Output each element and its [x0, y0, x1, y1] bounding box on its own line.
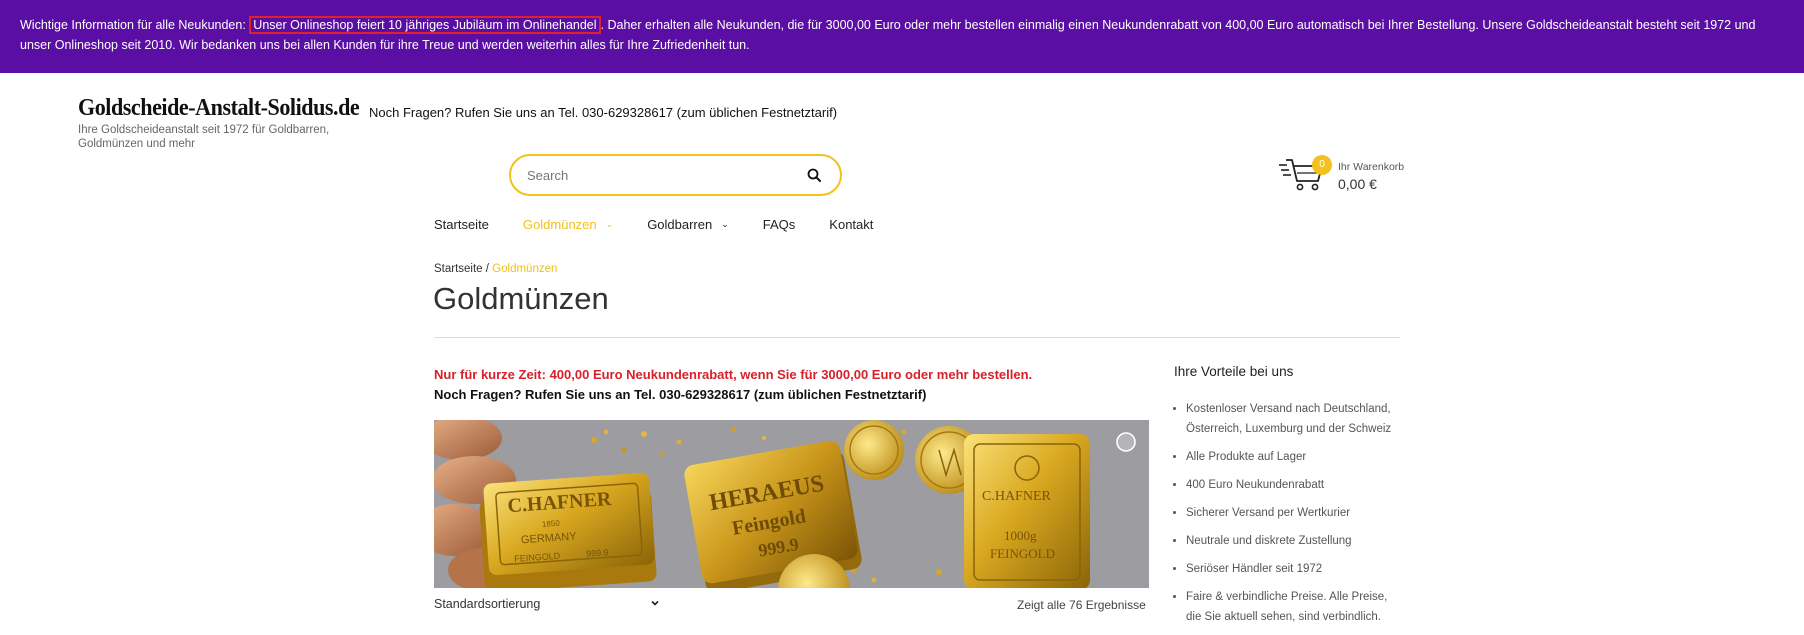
- banner-bar1-purity: 999.9: [586, 547, 609, 559]
- announcement-bar: Wichtige Information für alle Neukunden:…: [0, 0, 1804, 73]
- nav-item-goldbarren[interactable]: Goldbarren ⌄: [647, 217, 729, 232]
- search-icon[interactable]: [804, 165, 824, 185]
- chevron-down-icon: [650, 597, 660, 611]
- cart-label: Ihr Warenkorb: [1338, 161, 1405, 173]
- search-input[interactable]: [527, 167, 804, 183]
- search-bar: [509, 154, 842, 196]
- breadcrumb-separator: /: [482, 263, 493, 275]
- breadcrumb: Startseite / Goldmünzen: [434, 263, 557, 275]
- promo-hotline-line: Noch Fragen? Rufen Sie uns an Tel. 030-6…: [434, 387, 927, 402]
- main-nav: Startseite Goldmünzen ⌄ Goldbarren ⌄ FAQs …: [434, 217, 907, 232]
- sort-select-value: Standardsortierung: [434, 597, 541, 611]
- banner-bar3-weight: 1000g: [1004, 528, 1037, 543]
- nav-item-kontakt[interactable]: Kontakt: [829, 217, 873, 232]
- banner-bar3-brand: C.HAFNER: [982, 489, 1052, 504]
- slider-indicator-icon[interactable]: [1116, 432, 1136, 452]
- page-title: Goldmünzen: [433, 281, 609, 316]
- site-logo[interactable]: Goldscheide-Anstalt-Solidus.de Ihre Gold…: [78, 95, 384, 151]
- gold-bar-hafner-large: C.HAFNER 1000g FEINGOLD: [964, 434, 1090, 588]
- chevron-down-icon[interactable]: ⌄: [606, 219, 614, 230]
- nav-item-faqs[interactable]: FAQs: [763, 217, 796, 232]
- category-banner-image: C.HAFNER 1850 GERMANY FEINGOLD 999.9 HER…: [434, 420, 1149, 588]
- benefit-item: Alle Produkte auf Lager: [1186, 447, 1404, 467]
- chevron-down-icon[interactable]: ⌄: [721, 219, 729, 230]
- benefit-item: 400 Euro Neukundenrabatt: [1186, 475, 1404, 495]
- announcement-highlight: Unser Onlineshop feiert 10 jähriges Jubi…: [249, 16, 601, 34]
- cart-icon[interactable]: 0: [1278, 155, 1332, 195]
- banner-bar1-year: 1850: [542, 519, 561, 529]
- cart-count-badge: 0: [1312, 155, 1332, 175]
- cart-amount: 0,00 €: [1338, 176, 1377, 192]
- nav-label: FAQs: [762, 217, 796, 232]
- logo-name: Goldscheide-Anstalt-Solidus.de: [78, 95, 360, 121]
- benefit-item: Seriöser Händler seit 1972: [1186, 559, 1404, 579]
- sort-select[interactable]: Standardsortierung: [434, 597, 660, 611]
- announcement-prefix: Wichtige Information für alle Neukunden:: [20, 18, 250, 32]
- nav-item-startseite[interactable]: Startseite: [434, 217, 489, 232]
- benefit-item: Sicherer Versand per Wertkurier: [1186, 503, 1404, 523]
- sidebar-title: Ihre Vorteile bei uns: [1174, 364, 1294, 379]
- gold-bar-hafner-small: C.HAFNER 1850 GERMANY FEINGOLD 999.9: [479, 472, 657, 588]
- breadcrumb-current: Goldmünzen: [492, 263, 558, 275]
- breadcrumb-home[interactable]: Startseite: [434, 263, 483, 275]
- nav-label: Goldmünzen: [522, 217, 597, 232]
- benefit-item: Kostenloser Versand nach Deutschland, Ös…: [1186, 399, 1404, 439]
- result-count: Zeigt alle 76 Ergebnisse: [1017, 598, 1146, 612]
- nav-label: Kontakt: [829, 217, 874, 232]
- logo-tagline: Ihre Goldscheideanstalt seit 1972 für Go…: [78, 124, 330, 150]
- promo-text: Nur für kurze Zeit: 400,00 Euro Neukunde…: [434, 365, 1032, 405]
- promo-discount-line: Nur für kurze Zeit: 400,00 Euro Neukunde…: [434, 367, 1033, 382]
- banner-bar3-purity: FEINGOLD: [990, 546, 1055, 561]
- nav-label: Startseite: [434, 217, 489, 232]
- benefit-item: Neutrale und diskrete Zustellung: [1186, 531, 1404, 551]
- nav-item-goldmuenzen[interactable]: Goldmünzen ⌄: [523, 217, 613, 232]
- header-hotline: Noch Fragen? Rufen Sie uns an Tel. 030-6…: [369, 105, 838, 120]
- mini-cart[interactable]: 0 Ihr Warenkorb 0,00 €: [1278, 155, 1405, 195]
- sidebar-benefits: Ihre Vorteile bei uns Kostenloser Versan…: [1174, 364, 1404, 635]
- benefit-item: Faire & verbindliche Preise. Alle Preise…: [1186, 587, 1404, 627]
- nav-label: Goldbarren: [647, 217, 713, 232]
- title-divider: [434, 337, 1400, 338]
